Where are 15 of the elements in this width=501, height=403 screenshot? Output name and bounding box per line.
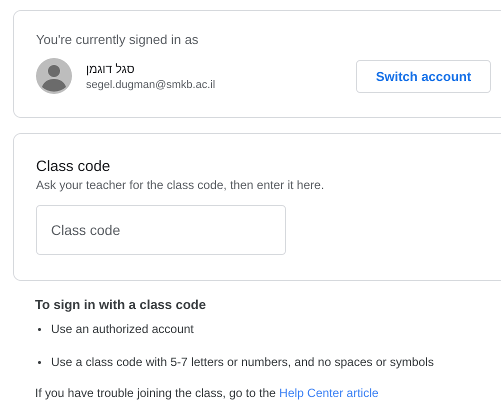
class-code-instructions: Ask your teacher for the class code, then enter it here.	[36, 178, 326, 192]
help-text: If you have trouble joining the class, go to the	[35, 386, 277, 400]
user-name: סגל דוגמן	[86, 62, 135, 76]
help-center-link[interactable]: Help Center article	[279, 386, 379, 400]
class-code-title: Class code	[36, 158, 112, 175]
user-email: segel.dugman@smkb.ac.il	[86, 78, 216, 90]
bullet-text: Use a class code with 5-7 letters or numbers, and no spaces or symbols	[51, 355, 434, 369]
bullet-dot	[38, 328, 41, 330]
switch-account-button[interactable]: Switch account	[356, 60, 491, 92]
avatar-icon	[36, 58, 72, 94]
class-code-field[interactable]: Class code	[36, 205, 286, 255]
bullet-text: Use an authorized account	[51, 322, 194, 336]
help-heading: To sign in with a class code	[35, 297, 207, 312]
bullet-dot	[38, 360, 41, 364]
signed-in-label: You're currently signed in as	[36, 32, 200, 47]
